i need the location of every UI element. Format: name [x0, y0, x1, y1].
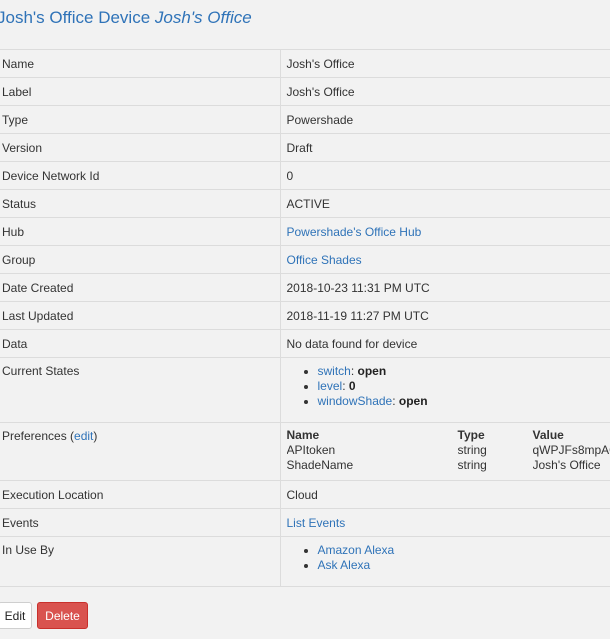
list-item: Amazon Alexa: [318, 543, 610, 558]
row-data: Data No data found for device: [0, 329, 610, 358]
state-value: 0: [348, 379, 356, 393]
state-value: open: [357, 364, 387, 378]
pref-value: Josh's Office: [532, 458, 601, 472]
current-states-list: switch: open level: 0 windowShade: open: [287, 364, 610, 409]
state-value: open: [398, 394, 428, 408]
row-value: ACTIVE: [279, 189, 610, 218]
row-label: In Use By: [0, 536, 280, 587]
row-last-updated: Last Updated 2018-11-19 11:27 PM UTC: [0, 301, 610, 330]
preferences-edit-link[interactable]: edit: [74, 429, 93, 443]
row-value: Powershade: [279, 105, 610, 134]
row-value: No data found for device: [279, 329, 610, 358]
list-item: switch: open: [318, 364, 610, 379]
preferences-table: Name Type Value APItoken string qWPJFs8m…: [287, 428, 610, 473]
row-current-states: Current States switch: open level: 0 win…: [0, 357, 610, 423]
pref-name: ShadeName: [286, 458, 354, 472]
row-events: Events List Events: [0, 508, 610, 537]
title-device-name: Josh's Office: [154, 8, 252, 27]
app-link[interactable]: Ask Alexa: [318, 558, 371, 572]
row-value: Josh's Office: [279, 77, 610, 106]
row-label: Date Created: [0, 273, 280, 302]
row-value: Cloud: [279, 480, 610, 509]
row-label: Execution Location: [0, 480, 280, 509]
pref-name: APItoken: [286, 443, 336, 457]
table-row: APItoken string qWPJFs8mpAQ: [287, 443, 610, 458]
row-execution-location: Execution Location Cloud: [0, 480, 610, 509]
edit-button[interactable]: Edit: [0, 602, 32, 629]
row-label: Name: [0, 49, 280, 78]
app-link[interactable]: Amazon Alexa: [318, 543, 395, 557]
row-label: Version: [0, 133, 280, 162]
hub-link[interactable]: Powershade's Office Hub: [287, 225, 422, 239]
column-header: Type: [457, 428, 485, 442]
row-label: Last Updated: [0, 301, 280, 330]
row-label: Type: [0, 105, 280, 134]
pref-type: string: [457, 443, 487, 457]
row-value: 0: [279, 161, 610, 190]
row-label: Group: [0, 245, 280, 274]
state-level-link[interactable]: level: [318, 379, 343, 393]
row-label: Events: [0, 508, 280, 537]
pref-value: qWPJFs8mpAQ: [532, 443, 610, 457]
pref-type: string: [457, 458, 487, 472]
list-events-link[interactable]: List Events: [287, 516, 346, 530]
row-label: Current States: [0, 357, 280, 423]
row-value: Josh's Office: [279, 49, 610, 78]
in-use-by-list: Amazon Alexa Ask Alexa: [287, 543, 610, 573]
page-title: Josh's Office Device Josh's Office: [0, 8, 252, 28]
row-label: Hub: [0, 217, 280, 246]
row-in-use-by: In Use By Amazon Alexa Ask Alexa: [0, 536, 610, 587]
row-label: Data: [0, 329, 280, 358]
preferences-label-close: ): [93, 429, 98, 443]
row-value: 2018-11-19 11:27 PM UTC: [279, 301, 610, 330]
row-value: Draft: [279, 133, 610, 162]
row-name: Name Josh's Office: [0, 49, 610, 78]
preferences-header: Name Type Value: [287, 428, 610, 443]
row-label: Status: [0, 189, 280, 218]
row-label-field: Label Josh's Office: [0, 77, 610, 106]
row-network-id: Device Network Id 0: [0, 161, 610, 190]
row-type: Type Powershade: [0, 105, 610, 134]
row-group: Group Office Shades: [0, 245, 610, 274]
column-header: Name: [286, 428, 320, 442]
state-switch-link[interactable]: switch: [318, 364, 351, 378]
row-hub: Hub Powershade's Office Hub: [0, 217, 610, 246]
group-link[interactable]: Office Shades: [287, 253, 362, 267]
delete-button[interactable]: Delete: [37, 602, 88, 629]
list-item: windowShade: open: [318, 394, 610, 409]
row-label: Device Network Id: [0, 161, 280, 190]
row-date-created: Date Created 2018-10-23 11:31 PM UTC: [0, 273, 610, 302]
row-status: Status ACTIVE: [0, 189, 610, 218]
row-label: Label: [0, 77, 280, 106]
column-header: Value: [532, 428, 564, 442]
list-item: Ask Alexa: [318, 558, 610, 573]
title-prefix: Josh's Office Device: [0, 8, 151, 27]
device-properties-table: Name Josh's Office Label Josh's Office T…: [0, 49, 610, 587]
row-version: Version Draft: [0, 133, 610, 162]
row-label: Preferences (edit): [0, 422, 280, 481]
row-preferences: Preferences (edit) Name Type Value APIto…: [0, 422, 610, 481]
preferences-label: Preferences (: [2, 429, 75, 443]
row-value: 2018-10-23 11:31 PM UTC: [279, 273, 610, 302]
state-windowshade-link[interactable]: windowShade: [318, 394, 393, 408]
list-item: level: 0: [318, 379, 610, 394]
table-row: ShadeName string Josh's Office: [287, 458, 610, 473]
